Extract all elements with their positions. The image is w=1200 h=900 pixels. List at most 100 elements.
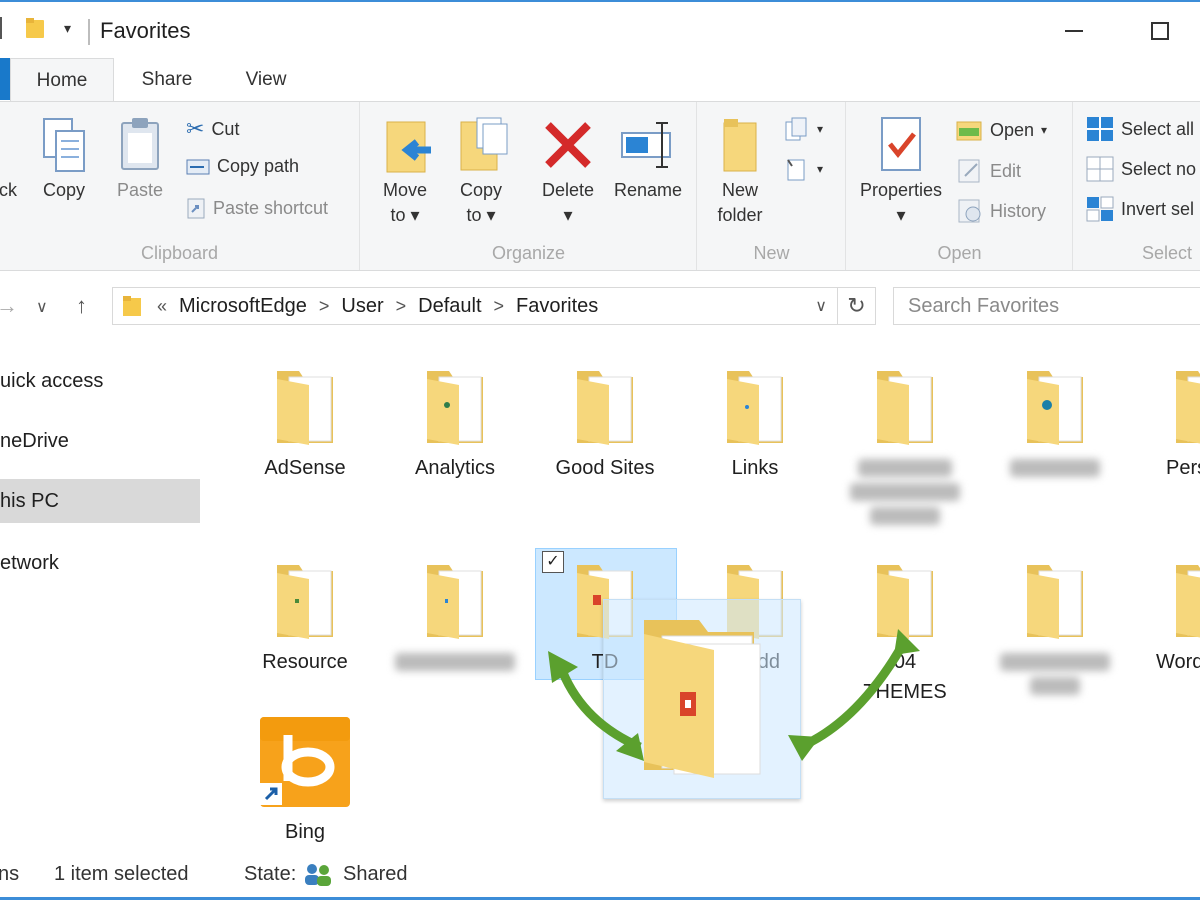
new-item-dropdown-icon: ▾ bbox=[817, 122, 824, 136]
organize-group-label: Organize bbox=[491, 243, 566, 263]
folder-item[interactable]: Links bbox=[680, 365, 830, 483]
folder-icon bbox=[877, 371, 933, 445]
select-none-button[interactable]: Select no bbox=[1086, 156, 1196, 182]
properties-icon bbox=[871, 112, 931, 178]
folder-icon bbox=[577, 371, 633, 445]
folder-item[interactable] bbox=[830, 365, 980, 531]
maximize-button[interactable] bbox=[1140, 14, 1180, 48]
folder-item[interactable] bbox=[980, 365, 1130, 483]
tab-view[interactable]: View bbox=[226, 58, 306, 102]
nav-item-quick-access[interactable]: uick access bbox=[0, 359, 200, 403]
qa-dropdown-icon[interactable]: ▾ bbox=[64, 20, 71, 37]
folder-item[interactable]: Resource bbox=[230, 559, 380, 677]
copy-path-button[interactable]: Copy path bbox=[186, 156, 299, 177]
folder-label: Analytics bbox=[414, 457, 496, 479]
invert-selection-label: Invert sel bbox=[1121, 198, 1195, 219]
nav-item-this-pc[interactable]: his PC bbox=[0, 479, 200, 523]
copy-button[interactable]: Copy bbox=[34, 112, 94, 203]
refresh-icon[interactable]: ↻ bbox=[837, 287, 875, 325]
breadcrumb-default[interactable]: Default bbox=[418, 295, 481, 318]
paste-button[interactable]: Paste bbox=[110, 112, 170, 203]
cut-label: Cut bbox=[211, 118, 240, 139]
up-arrow-icon[interactable]: ↑ bbox=[76, 293, 87, 319]
folder-icon bbox=[277, 371, 333, 445]
select-all-button[interactable]: Select all bbox=[1086, 116, 1194, 142]
new-item-icon bbox=[785, 117, 807, 141]
clipboard-group-label: Clipboard bbox=[140, 243, 219, 263]
copy-path-label: Copy path bbox=[217, 156, 300, 176]
folder-item[interactable] bbox=[980, 559, 1130, 701]
history-button[interactable]: History bbox=[957, 198, 1046, 224]
folder-item[interactable] bbox=[380, 559, 530, 677]
new-folder-button[interactable]: New folder bbox=[708, 112, 772, 228]
folder-icon bbox=[1027, 565, 1083, 639]
move-to-button[interactable]: Move to ▾ bbox=[373, 112, 437, 228]
navigation-pane: uick access neDrive his PC etwork bbox=[0, 341, 210, 851]
group-select: Select all Select no Invert sel Select bbox=[1074, 102, 1200, 270]
bing-icon bbox=[260, 717, 350, 807]
folder-label: Links bbox=[731, 457, 779, 479]
paste-icon bbox=[110, 112, 170, 178]
forward-arrow-icon[interactable]: → bbox=[0, 293, 18, 319]
folder-item[interactable]: Pers bbox=[1130, 365, 1200, 483]
breadcrumb-separator-icon[interactable]: > bbox=[319, 296, 330, 317]
delete-x-icon bbox=[538, 112, 598, 178]
pin-quick-access-button[interactable]: ick bbox=[0, 178, 26, 203]
edit-button[interactable]: Edit bbox=[957, 158, 1021, 184]
recent-locations-chevron-icon[interactable]: ∨ bbox=[36, 297, 48, 317]
breadcrumb-overflow[interactable]: « bbox=[157, 296, 167, 317]
checkbox-checked-icon[interactable]: ✓ bbox=[542, 551, 564, 573]
bing-shortcut-item[interactable]: Bing bbox=[230, 715, 380, 847]
ribbon-tabs: Home Share View bbox=[0, 58, 1200, 102]
folder-icon bbox=[1027, 371, 1083, 445]
tab-home[interactable]: Home bbox=[10, 58, 114, 102]
paste-shortcut-icon bbox=[187, 198, 205, 219]
title-separator bbox=[88, 19, 90, 45]
new-item-button[interactable]: ▾ bbox=[784, 116, 823, 142]
breadcrumb-separator-icon[interactable]: > bbox=[396, 296, 407, 317]
cut-button[interactable]: ✂ Cut bbox=[186, 116, 239, 142]
window-title: Favorites bbox=[100, 18, 191, 43]
blurred-label bbox=[1010, 453, 1100, 483]
open-button[interactable]: Open ▾ bbox=[955, 118, 1047, 142]
properties-dropdown-icon: ▾ bbox=[896, 205, 906, 225]
address-dropdown-icon[interactable]: ∨ bbox=[815, 296, 827, 316]
folder-icon bbox=[1176, 565, 1200, 638]
search-input[interactable]: Search Favorites bbox=[893, 287, 1200, 325]
folder-item[interactable]: Analytics bbox=[380, 365, 530, 483]
nav-item-network[interactable]: etwork bbox=[0, 541, 200, 585]
breadcrumb-microsoftedge[interactable]: MicrosoftEdge bbox=[179, 295, 307, 318]
folder-label: Word bbox=[1156, 651, 1200, 673]
rename-label: Rename bbox=[613, 180, 683, 200]
minimize-icon bbox=[1065, 30, 1083, 32]
select-none-label: Select no bbox=[1121, 158, 1197, 179]
quick-access-toolbar: ▾ bbox=[0, 16, 71, 40]
copy-to-button[interactable]: Copy to ▾ bbox=[449, 112, 513, 228]
folder-item[interactable]: Good Sites bbox=[530, 365, 680, 483]
move-to-label-1: Move bbox=[382, 180, 427, 200]
new-folder-icon bbox=[710, 112, 770, 178]
folder-item[interactable]: AdSense bbox=[230, 365, 380, 483]
breadcrumb-user[interactable]: User bbox=[341, 295, 383, 318]
nav-item-onedrive[interactable]: neDrive bbox=[0, 419, 200, 463]
folder-item[interactable]: Word bbox=[1130, 559, 1200, 677]
easy-access-button[interactable]: ▾ bbox=[784, 156, 823, 182]
invert-selection-button[interactable]: Invert sel bbox=[1086, 196, 1194, 222]
breadcrumb-separator-icon[interactable]: > bbox=[494, 296, 505, 317]
select-all-icon bbox=[1087, 117, 1113, 141]
new-folder-label-2: folder bbox=[717, 205, 763, 225]
file-tab[interactable] bbox=[0, 58, 10, 100]
delete-button[interactable]: Delete ▾ bbox=[535, 112, 601, 228]
open-folder-icon bbox=[956, 121, 982, 141]
rename-button[interactable]: Rename bbox=[607, 112, 689, 203]
folder-icon[interactable] bbox=[24, 16, 46, 40]
properties-button[interactable]: Properties ▾ bbox=[851, 112, 951, 228]
paste-shortcut-button[interactable]: Paste shortcut bbox=[186, 196, 328, 220]
tab-share[interactable]: Share bbox=[126, 58, 208, 102]
new-group-label: New bbox=[753, 243, 790, 263]
breadcrumb-favorites[interactable]: Favorites bbox=[516, 295, 598, 318]
minimize-button[interactable] bbox=[1054, 14, 1094, 48]
address-bar[interactable]: « MicrosoftEdge > User > Default > Favor… bbox=[112, 287, 876, 325]
state-label: State: bbox=[244, 863, 297, 885]
folder-icon bbox=[1176, 371, 1200, 444]
